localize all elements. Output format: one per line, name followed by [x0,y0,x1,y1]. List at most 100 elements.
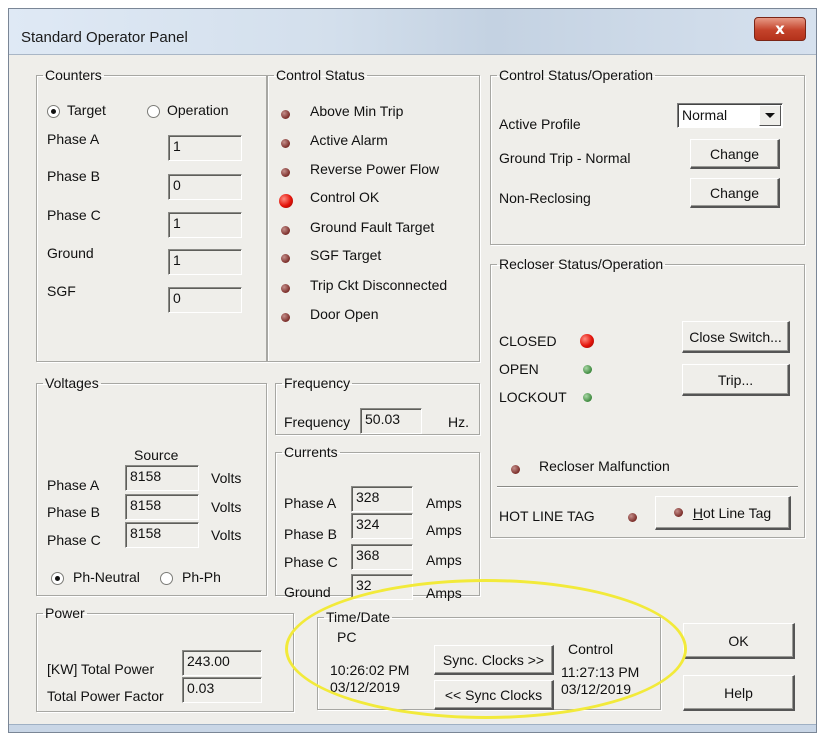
power-factor-field[interactable]: 0.03 [182,677,262,703]
status-above-min-trip: Above Min Trip [310,103,404,119]
active-profile-value: Normal [682,107,728,123]
led-door-open [281,313,290,322]
current-phase-b-field[interactable]: 324 [351,513,413,539]
frequency-field[interactable]: 50.03 [360,408,422,434]
counters-group: Counters Target Operation Phase A 1 Phas… [36,67,267,362]
power-group: Power [KW] Total Power 243.00 Total Powe… [36,605,294,712]
recloser-malfunction-label: Recloser Malfunction [539,458,670,474]
close-icon: x [775,20,785,38]
current-unit-phase-b: Amps [426,522,462,538]
closed-label: CLOSED [499,333,557,349]
status-trip-ckt-disconnected: Trip Ckt Disconnected [310,277,448,293]
voltage-label-phase-c: Phase C [47,532,101,548]
operation-radio[interactable] [147,105,160,118]
time-date-group: Time/Date PC 10:26:02 PM 03/12/2019 Sync… [317,609,661,710]
ground-trip-change-button[interactable]: Change [690,139,780,169]
ph-ph-radio[interactable] [160,572,173,585]
counter-phase-c-field[interactable]: 1 [168,212,242,238]
frequency-group: Frequency Frequency 50.03 Hz. [275,375,480,435]
current-label-ground: Ground [284,584,331,600]
led-sgf-target [281,254,290,263]
pc-date: 03/12/2019 [330,679,401,695]
sync-to-control-button[interactable]: Sync. Clocks >> [434,645,554,675]
total-power-field[interactable]: 243.00 [182,650,262,676]
close-switch-button[interactable]: Close Switch... [682,321,790,353]
counter-sgf-field[interactable]: 0 [168,287,242,313]
voltage-phase-b-field[interactable]: 8158 [125,494,199,520]
led-above-min-trip [281,110,290,119]
source-header: Source [134,447,179,463]
total-power-label: [KW] Total Power [47,661,155,677]
non-reclosing-change-button[interactable]: Change [690,178,780,208]
led-ground-fault-target [281,226,290,235]
led-lockout [583,393,592,402]
status-control-ok: Control OK [310,189,380,205]
ph-ph-radio-label: Ph-Ph [182,569,221,585]
counter-ground-field[interactable]: 1 [168,249,242,275]
hot-line-tag-mnemonic: H [692,504,703,521]
active-profile-label: Active Profile [499,116,581,132]
window-title: Standard Operator Panel [21,29,188,46]
voltage-unit-phase-c: Volts [211,527,242,543]
status-reverse-power-flow: Reverse Power Flow [310,161,440,177]
target-radio-label: Target [67,102,106,118]
currents-legend: Currents [284,444,338,460]
counters-legend: Counters [45,67,102,83]
lockout-label: LOCKOUT [499,389,567,405]
voltage-phase-c-field[interactable]: 8158 [125,522,199,548]
counter-phase-a-field[interactable]: 1 [168,135,242,161]
counter-phase-b-field[interactable]: 0 [168,174,242,200]
time-date-legend: Time/Date [326,609,391,625]
led-hot-line-tag [628,513,637,522]
sync-to-pc-button[interactable]: << Sync Clocks [434,680,554,710]
voltage-unit-phase-a: Volts [211,470,242,486]
led-open [583,365,592,374]
title-bar[interactable]: Standard Operator Panel x [9,9,816,55]
status-sgf-target: SGF Target [310,247,382,263]
chevron-down-icon[interactable] [759,105,781,126]
status-active-alarm: Active Alarm [310,132,388,148]
help-button[interactable]: Help [683,675,795,711]
open-label: OPEN [499,361,539,377]
operator-panel-window: Standard Operator Panel x Counters Targe… [8,8,817,733]
frequency-unit: Hz. [448,414,469,430]
voltage-phase-a-field[interactable]: 8158 [125,465,199,491]
control-time: 11:27:13 PM [561,664,640,680]
hot-line-tag-button-label: ot Line Tag [702,504,772,521]
ph-neutral-radio-label: Ph-Neutral [73,569,140,585]
pc-clock-label: PC [337,629,357,645]
hot-line-tag-label: HOT LINE TAG [499,508,595,524]
control-status-legend: Control Status [276,67,365,83]
status-door-open: Door Open [310,306,379,322]
recloser-group: Recloser Status/Operation CLOSED OPEN LO… [490,256,805,538]
led-closed [580,334,594,348]
current-label-phase-b: Phase B [284,526,337,542]
ok-button[interactable]: OK [683,623,795,659]
counter-label-ground: Ground [47,245,94,261]
ph-neutral-radio[interactable] [51,572,64,585]
control-status-group: Control Status Above Min Trip Active Ala… [267,67,480,362]
control-operation-legend: Control Status/Operation [499,67,654,83]
target-radio[interactable] [47,105,60,118]
voltages-legend: Voltages [45,375,99,391]
recloser-legend: Recloser Status/Operation [499,256,664,272]
counter-label-phase-b: Phase B [47,168,100,184]
current-ground-field[interactable]: 32 [351,574,413,600]
active-profile-select[interactable]: Normal [677,103,783,128]
current-unit-ground: Amps [426,585,462,601]
hot-line-tag-button-led [673,508,683,517]
voltage-label-phase-b: Phase B [47,504,100,520]
window-bottom-frame [9,724,816,732]
current-phase-c-field[interactable]: 368 [351,544,413,570]
voltage-label-phase-a: Phase A [47,477,100,493]
frequency-label: Frequency [284,414,351,430]
trip-button[interactable]: Trip... [682,364,790,396]
currents-group: Currents Phase A 328 Amps Phase B 324 Am… [275,444,480,601]
led-active-alarm [281,139,290,148]
ground-trip-label: Ground Trip - Normal [499,150,631,166]
status-ground-fault-target: Ground Fault Target [310,219,435,235]
hot-line-tag-button[interactable]: Hot Line Tag [655,496,791,530]
close-button[interactable]: x [754,17,806,41]
current-phase-a-field[interactable]: 328 [351,486,413,512]
current-unit-phase-a: Amps [426,495,462,511]
